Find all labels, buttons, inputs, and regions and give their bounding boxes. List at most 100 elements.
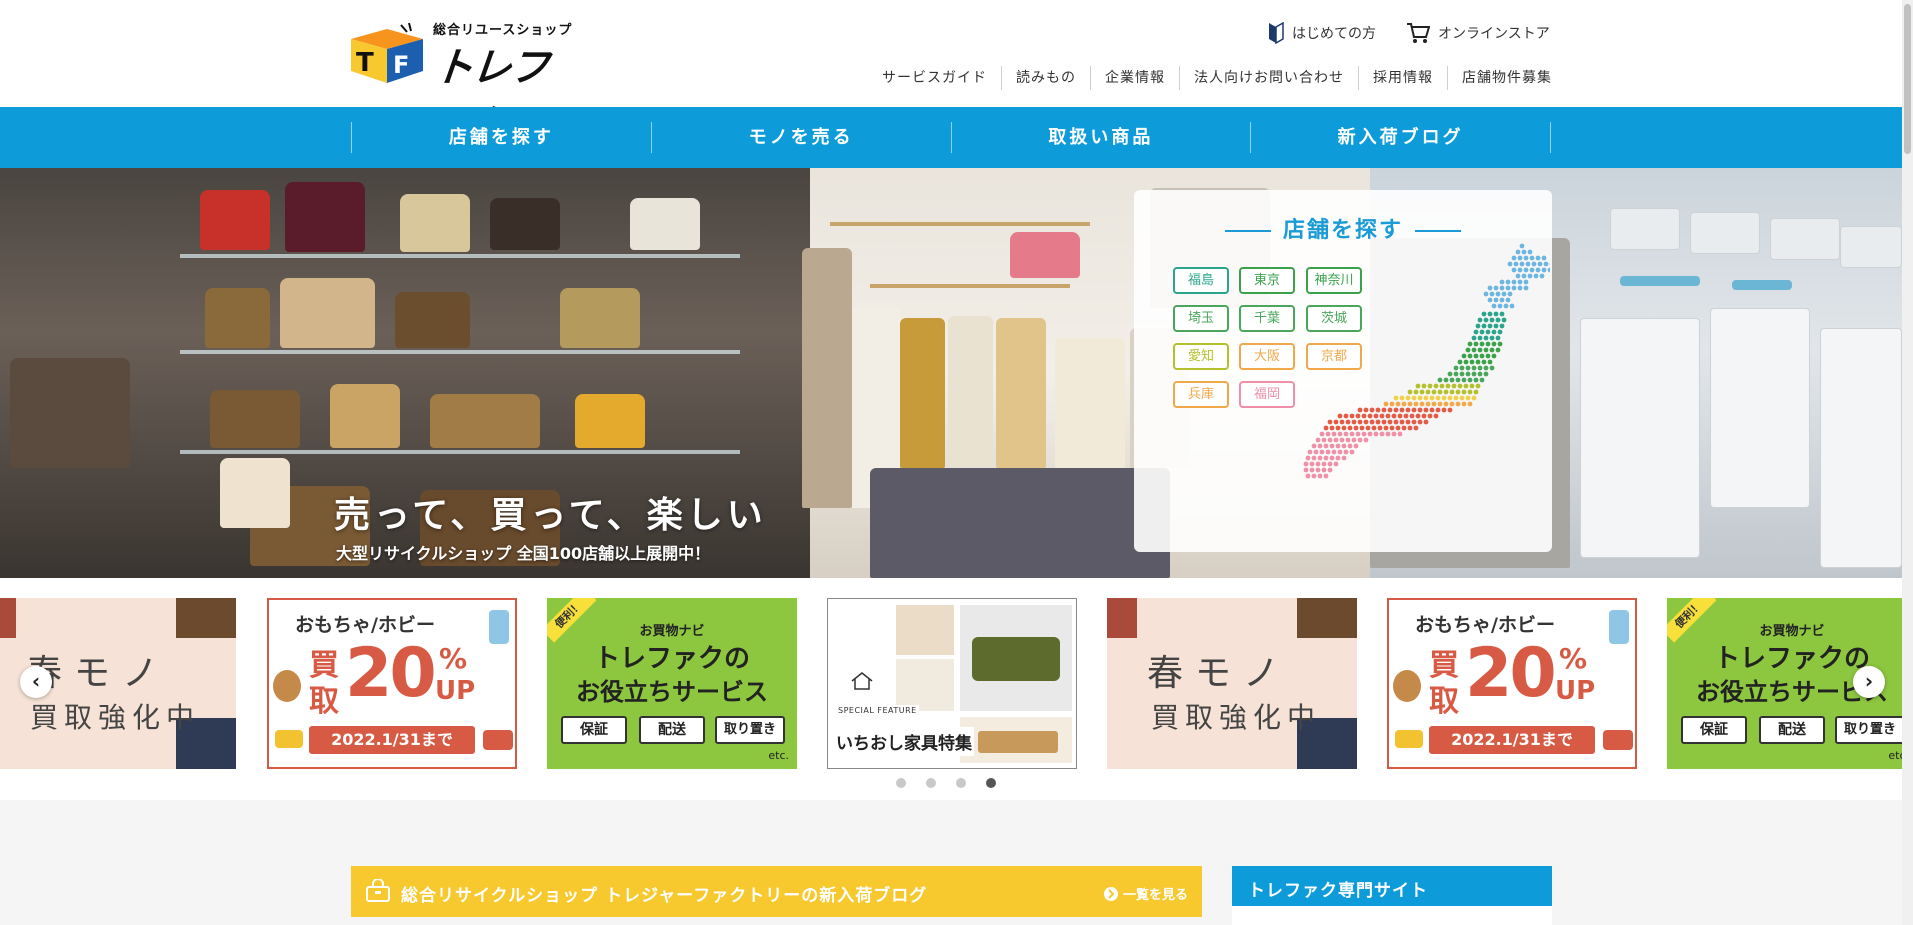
toy-bear-icon (273, 670, 301, 702)
banner-toy-date: 2022.1/31まで (1429, 726, 1595, 754)
banner-navi-etc: etc. (768, 749, 789, 762)
toy-bear-icon (1393, 670, 1421, 702)
banner-navi-tag-delivery: 配送 (639, 716, 705, 744)
banner-navi-line2: お役立ちサービス (576, 678, 768, 706)
specialty-sites-title: トレファク専門サイト (1248, 881, 1428, 901)
subnav-reading[interactable]: 読みもの (1001, 66, 1090, 90)
logo-letter-f: F (393, 51, 409, 79)
banner-toy-percent: % (439, 642, 468, 675)
house-icon (851, 672, 873, 690)
logo-cube-icon: T F (351, 23, 423, 83)
hero-section: 売って、買って、楽しい 大型リサイクルショップ 全国100店舗以上展開中！ 店舗… (0, 168, 1902, 578)
site-logo[interactable]: T F 総合リユースショップ トレファク (351, 17, 576, 149)
new-arrivals-blog-header: 総合リサイクルショップ トレジャーファクトリーの新入荷ブログ 一覧を見る (351, 866, 1202, 917)
nav-find-store[interactable]: 店舗を探す (352, 122, 652, 153)
pref-fukushima[interactable]: 福島 (1173, 267, 1229, 294)
banner-toy-title: おもちゃ/ホビー (1415, 614, 1555, 636)
pref-osaka[interactable]: 大阪 (1239, 343, 1295, 370)
specialty-sites-header: トレファク専門サイト (1232, 866, 1552, 906)
banner-toy-hobby-repeat[interactable]: おもちゃ/ホビー 買 取 20 % UP 2022.1/31まで (1387, 598, 1637, 769)
banner-toy-up: UP (1555, 676, 1596, 706)
banner-navi-small: お買物ナビ (1759, 624, 1825, 639)
banner-furniture-title: いちおし家具特集 (834, 727, 974, 756)
pref-aichi[interactable]: 愛知 (1173, 343, 1229, 370)
toy-boat-icon (1603, 730, 1633, 750)
toy-car-icon (1395, 730, 1423, 748)
banner-navi-tag-delivery: 配送 (1759, 716, 1825, 744)
sub-navigation: サービスガイド 読みもの 企業情報 法人向けお問い合わせ 採用情報 店舗物件募集 (868, 66, 1552, 90)
subnav-recruiting[interactable]: 採用情報 (1358, 66, 1447, 90)
hero-title: 売って、買って、楽しい (334, 495, 767, 536)
pref-tokyo[interactable]: 東京 (1239, 267, 1295, 294)
banner-toy-kanji2: 取 (1429, 684, 1459, 719)
carousel-next-button[interactable]: › (1853, 666, 1885, 698)
banner-spring-buyback-repeat[interactable]: 春モノ 買取強化中 (1107, 598, 1357, 769)
banner-toy-title: おもちゃ/ホビー (295, 614, 435, 636)
shop-bag-icon (366, 879, 390, 902)
blog-view-all-label: 一覧を見る (1122, 888, 1188, 903)
banner-toy-date: 2022.1/31まで (309, 726, 475, 754)
banner-navi-etc: etc. (1888, 749, 1902, 762)
furniture-table-image (896, 605, 954, 655)
site-header: T F 総合リユースショップ トレファク はじめての方 オンラインストア サービ… (0, 0, 1902, 149)
banner-navi-tag-reserve: 取り置き (1835, 716, 1902, 744)
toy-car-icon (275, 730, 303, 748)
banner-shopping-navi[interactable]: 便利！ お買物ナビ トレファクの お役立ちサービス 保証 配送 取り置き etc… (547, 598, 797, 769)
pref-fukuoka[interactable]: 福岡 (1239, 381, 1295, 408)
subnav-service-guide[interactable]: サービスガイド (868, 66, 1001, 90)
nav-sell[interactable]: モノを売る (652, 122, 952, 153)
banner-toy-kanji2: 取 (309, 684, 339, 719)
banner-furniture-feature[interactable]: SPECIAL FEATURE いちおし家具特集 (827, 598, 1077, 769)
pref-hyogo[interactable]: 兵庫 (1173, 381, 1229, 408)
carousel-prev-button[interactable]: ‹ (20, 666, 52, 698)
page-scrollbar[interactable] (1902, 0, 1913, 925)
beginner-mark-icon (1269, 22, 1284, 44)
pref-saitama[interactable]: 埼玉 (1173, 305, 1229, 332)
carousel-pagination (896, 778, 1016, 788)
hero-subtitle: 大型リサイクルショップ 全国100店舗以上展開中！ (336, 544, 711, 563)
carousel-dot-4[interactable] (986, 778, 996, 788)
carousel-dot-3[interactable] (956, 778, 966, 788)
banner-toy-number: 20 (345, 634, 437, 713)
banner-spring-line2: 買取強化中 (1151, 701, 1322, 734)
nav-products[interactable]: 取扱い商品 (952, 122, 1252, 153)
banner-toy-hobby[interactable]: おもちゃ/ホビー 買 取 20 % UP 2022.1/31まで (267, 598, 517, 769)
logo-letter-t: T (356, 48, 374, 78)
blog-section-title: 総合リサイクルショップ トレジャーファクトリーの新入荷ブログ (401, 886, 928, 906)
arrow-circle-icon (1103, 886, 1118, 901)
nav-new-arrivals-blog[interactable]: 新入荷ブログ (1251, 122, 1551, 153)
carousel-dot-1[interactable] (896, 778, 906, 788)
toy-boat-icon (483, 730, 513, 750)
furniture-shelf-image (896, 659, 954, 711)
first-time-label: はじめての方 (1292, 26, 1376, 42)
specialty-sites-body (1232, 906, 1552, 925)
banner-spring-line1: 春モノ (1147, 653, 1292, 694)
toy-robot-icon (1609, 610, 1629, 644)
pref-chiba[interactable]: 千葉 (1239, 305, 1295, 332)
banner-toy-up: UP (435, 676, 476, 706)
subnav-corporate-inquiry[interactable]: 法人向けお問い合わせ (1179, 66, 1358, 90)
blog-view-all-link[interactable]: 一覧を見る (1103, 884, 1188, 903)
scrollbar-thumb[interactable] (1904, 4, 1911, 154)
first-time-link[interactable]: はじめての方 (1268, 22, 1376, 44)
furniture-sofa-image (960, 605, 1072, 711)
banner-navi-line1: トレファクの (593, 644, 750, 674)
store-search-panel: 店舗を探す 福島 東京 神奈川 埼玉 千葉 茨城 愛知 大阪 京都 兵庫 福岡 (1134, 190, 1552, 552)
japan-map-icon[interactable] (1300, 238, 1550, 518)
banner-furniture-label: SPECIAL FEATURE (836, 705, 919, 716)
online-store-link[interactable]: オンラインストア (1406, 22, 1550, 44)
carousel-dot-2[interactable] (926, 778, 936, 788)
banner-spring-line2: 買取強化中 (30, 701, 201, 734)
banner-navi-tag-guarantee: 保証 (561, 716, 627, 744)
banner-navi-tag-reserve: 取り置き (715, 716, 785, 744)
banner-navi-small: お買物ナビ (639, 624, 705, 639)
cart-icon (1407, 23, 1430, 43)
banner-navi-tag-guarantee: 保証 (1681, 716, 1747, 744)
toy-robot-icon (489, 610, 509, 644)
main-navigation: 店舗を探す モノを売る 取扱い商品 新入荷ブログ (0, 107, 1902, 168)
subnav-company-info[interactable]: 企業情報 (1090, 66, 1179, 90)
subnav-store-property[interactable]: 店舗物件募集 (1447, 66, 1552, 90)
online-store-label: オンラインストア (1438, 26, 1550, 42)
banner-carousel: 春モノ 買取強化中 おもちゃ/ホビー 買 取 20 % UP 2022.1/31… (0, 598, 1902, 769)
furniture-desk-image (960, 717, 1072, 763)
